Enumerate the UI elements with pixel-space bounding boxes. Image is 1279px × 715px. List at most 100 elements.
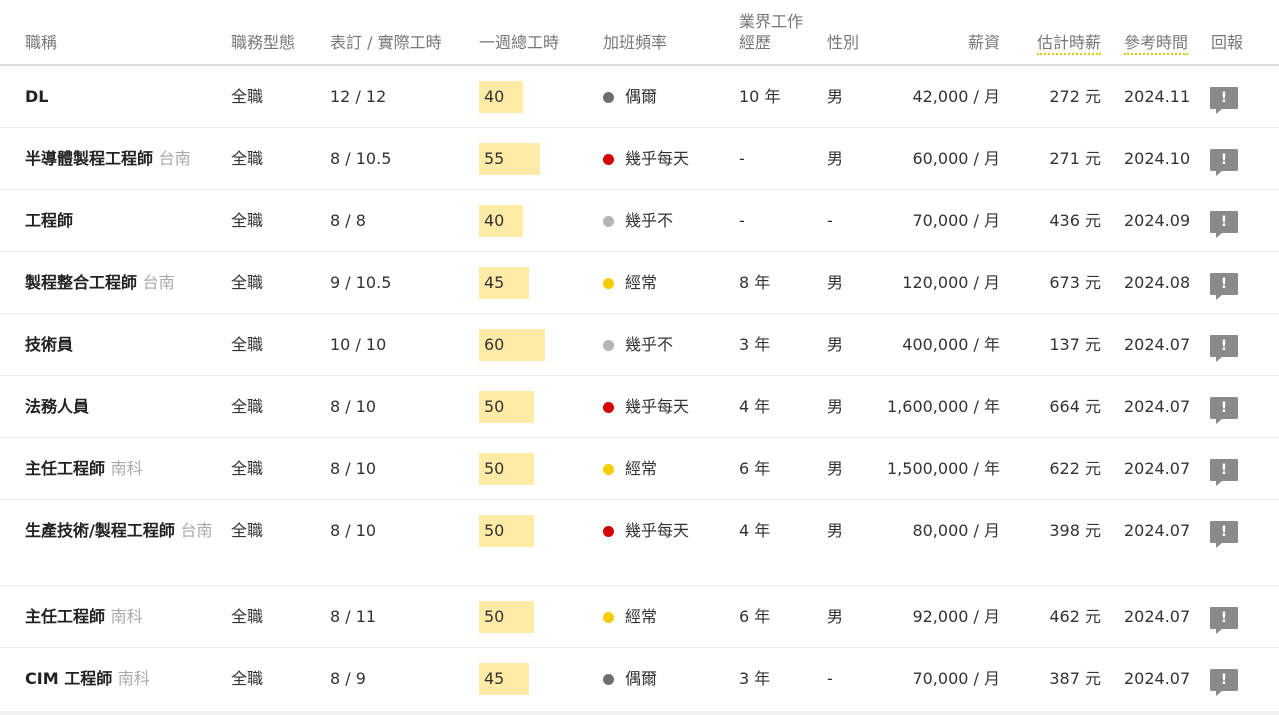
overtime-frequency: 偶爾 (625, 669, 658, 688)
job-title[interactable]: 工程師 (25, 211, 73, 230)
job-title[interactable]: 法務人員 (25, 397, 89, 416)
overtime-frequency: 幾乎每天 (625, 149, 690, 168)
salary: 92,000 / 月 (912, 607, 1000, 626)
overtime-dot-icon (603, 612, 614, 623)
reference-time: 2024.08 (1124, 273, 1191, 292)
report-flag-icon[interactable]: ! (1210, 149, 1238, 176)
job-title[interactable]: DL (25, 87, 48, 106)
salary: 42,000 / 月 (912, 87, 1000, 106)
job-title-cell: 主任工程師 南科 (25, 455, 220, 483)
experience: 6 年 (739, 459, 771, 478)
gender: 男 (827, 459, 844, 478)
weekly-hours: 40 (484, 211, 505, 230)
header-hourly[interactable]: 估計時薪 (1036, 33, 1101, 55)
overtime-dot-icon (603, 340, 614, 351)
job-type: 全職 (231, 211, 264, 230)
gender: 男 (827, 273, 844, 292)
gender: 男 (827, 335, 844, 354)
report-flag-icon[interactable]: ! (1210, 669, 1238, 696)
salary: 60,000 / 月 (912, 149, 1000, 168)
hourly-wage: 673 元 (1049, 273, 1101, 292)
experience: 3 年 (739, 335, 771, 354)
header-title: 職稱 (25, 33, 58, 52)
report-flag-icon[interactable]: ! (1210, 607, 1238, 634)
job-title-cell: 技術員 (25, 331, 220, 359)
header-ref-time-wrap: 參考時間 (1124, 33, 1189, 55)
scheduled-actual-hours: 8 / 8 (330, 211, 366, 230)
weekly-hours: 45 (484, 273, 505, 292)
overtime-dot-icon (603, 464, 614, 475)
overtime-dot-icon (603, 526, 614, 537)
job-title[interactable]: 主任工程師 (25, 459, 105, 478)
header-overtime: 加班頻率 (603, 33, 668, 52)
experience: 10 年 (739, 87, 781, 106)
experience: - (739, 149, 745, 168)
hourly-wage: 436 元 (1049, 211, 1101, 230)
overtime-dot-icon (603, 402, 614, 413)
report-flag-icon[interactable]: ! (1210, 521, 1238, 548)
job-location: 南科 (110, 459, 143, 478)
header-report: 回報 (1211, 33, 1244, 52)
job-title[interactable]: 主任工程師 (25, 607, 105, 626)
overtime-frequency: 幾乎不 (625, 335, 674, 354)
job-location: 台南 (180, 521, 213, 540)
gender: 男 (827, 521, 844, 540)
job-type: 全職 (231, 669, 264, 688)
experience: - (739, 211, 745, 230)
job-type: 全職 (231, 87, 264, 106)
overtime-dot-icon (603, 92, 614, 103)
report-flag-icon[interactable]: ! (1210, 87, 1238, 114)
hourly-wage: 387 元 (1049, 669, 1101, 688)
table-header: 職稱 職務型態 表訂 / 實際工時 一週總工時 加班頻率 業界工作 經歷 性別 … (0, 0, 1279, 66)
overtime-frequency: 偶爾 (625, 87, 658, 106)
job-type: 全職 (231, 397, 264, 416)
job-title[interactable]: 半導體製程工程師 (25, 149, 153, 168)
job-title-cell: 主任工程師 南科 (25, 603, 220, 631)
report-flag-icon[interactable]: ! (1210, 459, 1238, 486)
salary: 120,000 / 月 (902, 273, 1000, 292)
table-row: 工程師 全職 8 / 8 40 幾乎不 - - 70,000 / 月 436 元 2024.09… (0, 190, 1279, 252)
report-flag-icon[interactable]: ! (1210, 273, 1238, 300)
job-title-cell: 製程整合工程師 台南 (25, 269, 220, 297)
report-flag-icon[interactable]: ! (1210, 211, 1238, 238)
report-flag-icon[interactable]: ! (1210, 335, 1238, 362)
job-title-cell: 生產技術/製程工程師 台南 (25, 517, 220, 545)
weekly-hours: 50 (484, 607, 505, 626)
job-title-cell: DL (25, 83, 220, 111)
weekly-hours: 50 (484, 521, 505, 540)
job-type: 全職 (231, 335, 264, 354)
report-flag-icon[interactable]: ! (1210, 397, 1238, 424)
experience: 4 年 (739, 397, 771, 416)
overtime-frequency: 幾乎每天 (625, 397, 690, 416)
header-ref-time[interactable]: 參考時間 (1124, 33, 1189, 55)
header-experience-line2: 經歷 (739, 33, 772, 52)
weekly-hours: 50 (484, 397, 505, 416)
header-experience-line1: 業界工作 (739, 12, 804, 31)
reference-time: 2024.07 (1124, 607, 1191, 626)
weekly-hours: 45 (484, 669, 505, 688)
experience: 8 年 (739, 273, 771, 292)
experience: 3 年 (739, 669, 771, 688)
header-hourly-wrap: 估計時薪 (1000, 33, 1101, 55)
salary: 1,600,000 / 年 (887, 397, 1000, 416)
job-type: 全職 (231, 149, 264, 168)
salary: 70,000 / 月 (912, 211, 1000, 230)
job-title[interactable]: 技術員 (25, 335, 73, 354)
job-title[interactable]: 製程整合工程師 (25, 273, 137, 292)
table-row: 法務人員 全職 8 / 10 50 幾乎每天 4 年 男 1,600,000 / 年 664 … (0, 376, 1279, 438)
overtime-dot-icon (603, 154, 614, 165)
overtime-frequency: 經常 (625, 607, 658, 626)
reference-time: 2024.07 (1124, 669, 1191, 688)
table-row: 半導體製程工程師 台南 全職 8 / 10.5 55 幾乎每天 - 男 60,000 / 月2… (0, 128, 1279, 190)
weekly-hours: 40 (484, 87, 505, 106)
job-title[interactable]: CIM 工程師 (25, 669, 112, 688)
salary: 400,000 / 年 (902, 335, 1000, 354)
hourly-wage: 664 元 (1049, 397, 1101, 416)
job-location: 南科 (117, 669, 150, 688)
job-title[interactable]: 生產技術/製程工程師 (25, 521, 175, 540)
reference-time: 2024.07 (1124, 521, 1191, 540)
job-title-cell: CIM 工程師 南科 (25, 665, 220, 693)
weekly-hours: 55 (484, 149, 505, 168)
reference-time: 2024.09 (1124, 211, 1191, 230)
gender: 男 (827, 397, 844, 416)
